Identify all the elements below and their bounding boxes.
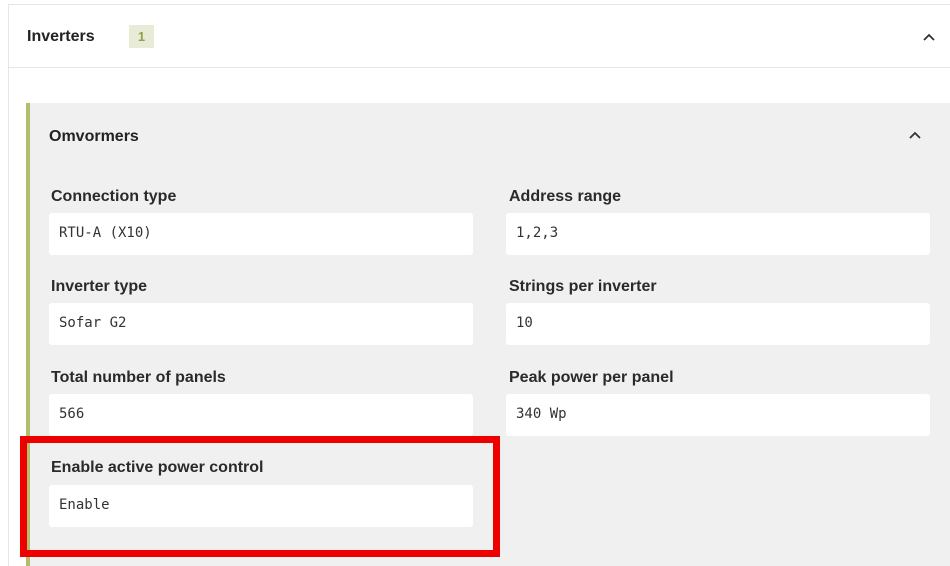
total-panels-value: 566 <box>59 406 85 422</box>
address-range-label: Address range <box>509 188 622 205</box>
peak-power-field[interactable]: 340 Wp <box>506 394 930 436</box>
strings-per-inverter-field[interactable]: 10 <box>506 303 930 345</box>
total-panels-label: Total number of panels <box>51 369 226 386</box>
inverter-type-label: Inverter type <box>51 278 148 295</box>
chevron-up-icon[interactable] <box>923 33 935 45</box>
connection-type-value: RTU-A (X10) <box>59 225 152 241</box>
strings-per-inverter-value: 10 <box>516 315 533 331</box>
address-range-value: 1,2,3 <box>516 225 559 241</box>
connection-type-label: Connection type <box>51 188 177 205</box>
peak-power-label: Peak power per panel <box>509 369 674 386</box>
inverter-type-field[interactable]: Sofar G2 <box>49 303 473 345</box>
strings-per-inverter-label: Strings per inverter <box>509 278 657 295</box>
address-range-field[interactable]: 1,2,3 <box>506 213 930 255</box>
chevron-up-icon[interactable] <box>909 131 921 143</box>
inverters-count-badge: 1 <box>129 25 154 48</box>
inverter-type-value: Sofar G2 <box>59 315 127 331</box>
inverters-panel-title: Inverters <box>27 28 95 45</box>
inverters-panel-header[interactable]: Inverters 1 <box>9 5 950 68</box>
connection-type-field[interactable]: RTU-A (X10) <box>49 213 473 255</box>
highlight-box <box>20 436 500 557</box>
omvormers-panel-title: Omvormers <box>49 128 139 145</box>
total-panels-field[interactable]: 566 <box>49 394 473 436</box>
peak-power-value: 340 Wp <box>516 406 567 422</box>
